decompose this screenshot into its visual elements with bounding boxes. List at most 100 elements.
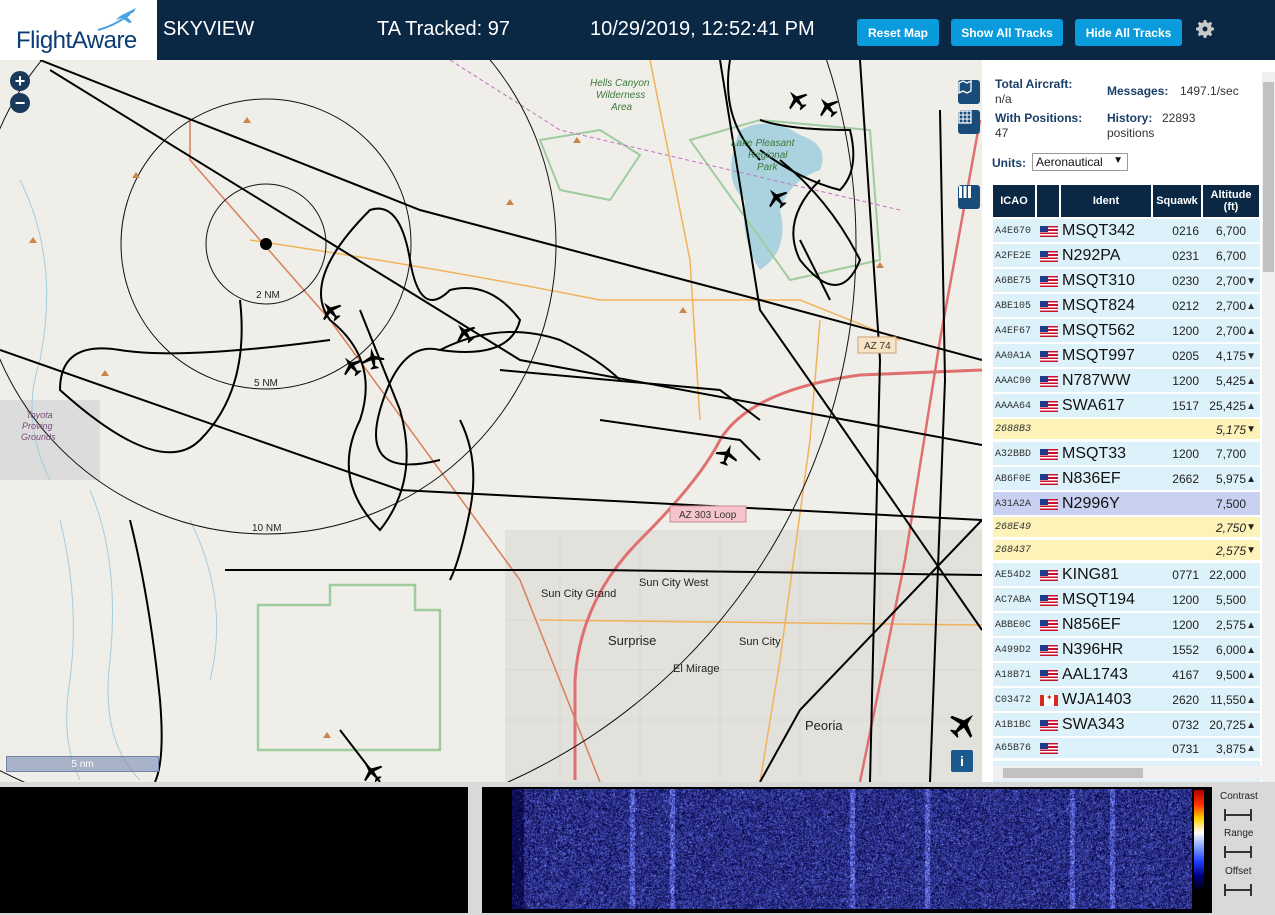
table-row[interactable]: C03472 WJA1403 2620 11,550▲ — [993, 688, 1260, 712]
with-positions-value: 47 — [995, 126, 1009, 140]
us-flag-icon — [1040, 350, 1058, 362]
grid-overlay-icon[interactable] — [958, 110, 980, 134]
col-squawk[interactable]: Squawk — [1153, 185, 1201, 217]
table-row[interactable]: A18B71 AAL1743 4167 9,500 ▲ — [993, 663, 1260, 687]
squawk-cell: 2620 — [1172, 693, 1199, 707]
altitude-cell: 25,425 ▲ — [1203, 394, 1259, 418]
show-all-tracks-button[interactable]: Show All Tracks — [951, 19, 1063, 46]
col-ident[interactable]: Ident — [1061, 185, 1151, 217]
altitude-trend-icon: ▲ — [1246, 473, 1256, 485]
table-row[interactable]: AAAA64 SWA617 1517 25,425 ▲ — [993, 394, 1260, 418]
gear-icon[interactable] — [1193, 17, 1217, 41]
reset-map-button[interactable]: Reset Map — [857, 19, 939, 46]
altitude-value: 9,500 — [1215, 668, 1246, 682]
altitude-value: 6,000 — [1215, 643, 1246, 657]
us-flag-icon — [1040, 375, 1058, 387]
zoom-in-button[interactable]: + — [10, 71, 30, 91]
table-row[interactable]: A4E670 MSQT342 0216 6,700 — [993, 219, 1260, 243]
altitude-value: 5,975 — [1215, 472, 1246, 486]
squawk-cell: 0231 — [1172, 249, 1199, 263]
table-row[interactable]: AB6F0E N836EF 2662 5,975 ▲ — [993, 467, 1260, 491]
table-row[interactable]: 268E49 2,750 ▼ — [993, 517, 1260, 538]
map-canvas[interactable]: 2 NM 5 NM 10 NM AZ 74 AZ 303 Loop Hells … — [0, 60, 982, 782]
flag-cell — [1038, 663, 1060, 687]
info-button[interactable]: i — [951, 750, 973, 772]
squawk-cell — [1153, 492, 1201, 516]
table-row[interactable]: AC7ABA MSQT194 1200 5,500 — [993, 588, 1260, 612]
flag-cell — [1038, 492, 1060, 516]
hells-canyon-label-2: Wilderness — [596, 90, 645, 101]
col-altitude[interactable]: Altitude (ft) — [1203, 185, 1259, 217]
table-row[interactable]: AAAC90 N787WW 1200 5,425 ▲ — [993, 369, 1260, 393]
altitude-value: 5,500 — [1215, 593, 1246, 607]
ident-cell — [1062, 738, 1152, 759]
sun-city-label: Sun City — [739, 636, 781, 648]
units-select[interactable]: Aeronautical ▼ — [1032, 153, 1128, 171]
washes — [19, 179, 218, 781]
offset-slider-icon[interactable] — [1224, 884, 1252, 896]
table-row[interactable]: 268437 2,575 ▼ — [993, 540, 1260, 561]
scrollbar-thumb[interactable] — [1263, 82, 1274, 272]
table-row[interactable]: AE54D2 KING81 0771 22,000 — [993, 563, 1260, 587]
flag-cell — [1038, 269, 1060, 293]
flag-cell — [1038, 540, 1060, 561]
table-row[interactable]: A2FE2E N292PA 0231 6,700 — [993, 244, 1260, 268]
horizontal-scrollbar[interactable] — [993, 766, 1262, 780]
table-row[interactable]: 2688B3 5,175 ▼ — [993, 419, 1260, 440]
icao-cell: ABE105 — [995, 300, 1032, 312]
table-row[interactable]: AA0A1A MSQT997 0205 4,175 ▼ — [993, 344, 1260, 368]
table-row[interactable]: A499D2 N396HR 1552 6,000 ▲ — [993, 638, 1260, 662]
altitude-cell: 2,700 ▲ — [1203, 294, 1259, 318]
icao-cell: 2688B3 — [995, 424, 1032, 435]
flag-cell — [1038, 588, 1060, 612]
contrast-slider-icon[interactable] — [1224, 809, 1252, 821]
icao-cell: AE54D2 — [995, 569, 1032, 581]
map-layers-icon[interactable] — [958, 80, 980, 104]
squawk-cell: 1200 — [1172, 447, 1199, 461]
hide-all-tracks-button[interactable]: Hide All Tracks — [1075, 19, 1182, 46]
sun-city-west-label: Sun City West — [639, 577, 709, 589]
range-slider-icon[interactable] — [1224, 846, 1252, 858]
table-row[interactable]: A1B1BC SWA343 0732 20,725 ▲ — [993, 713, 1260, 737]
col-icao[interactable]: ICAO — [993, 185, 1035, 217]
table-row[interactable]: A65B76 0731 3,875 ▲ — [993, 738, 1260, 759]
squawk-cell: 0216 — [1172, 224, 1199, 238]
table-row[interactable]: ABE105 MSQT824 0212 2,700 ▲ — [993, 294, 1260, 318]
logo[interactable]: FlightAware — [0, 0, 157, 60]
altitude-value: 2,700 — [1215, 274, 1246, 288]
table-row[interactable]: A6BE75 MSQT310 0230 2,700 ▼ — [993, 269, 1260, 293]
tracked-count: TA Tracked: 97 — [377, 18, 511, 40]
icao-cell: AC7ABA — [995, 594, 1032, 606]
vertical-scrollbar[interactable] — [1262, 72, 1275, 782]
table-row[interactable]: ABBE0C N856EF 1200 2,575 ▲ — [993, 613, 1260, 637]
us-flag-icon — [1040, 225, 1058, 237]
altitude-cell: 2,575 ▼ — [1203, 540, 1259, 561]
ident-cell: MSQT562 — [1062, 322, 1135, 339]
ident-cell: AAL1743 — [1062, 666, 1128, 683]
us-flag-icon — [1040, 569, 1058, 581]
altitude-trend-icon: ▲ — [1246, 375, 1256, 387]
flag-cell — [1038, 244, 1060, 268]
us-flag-icon — [1040, 498, 1058, 510]
map-view[interactable]: 2 NM 5 NM 10 NM AZ 74 AZ 303 Loop Hells … — [0, 60, 982, 782]
altitude-cell: 9,500 ▲ — [1203, 663, 1259, 687]
sun-city-grand-label: Sun City Grand — [541, 588, 616, 600]
table-row[interactable]: A4EF67 MSQT562 1200 2,700 ▲ — [993, 319, 1260, 343]
col-flag[interactable] — [1037, 185, 1059, 217]
columns-toggle-icon[interactable] — [958, 185, 980, 209]
zoom-out-button[interactable]: − — [10, 93, 30, 113]
icao-cell: AAAC90 — [995, 375, 1032, 387]
flag-cell — [1038, 394, 1060, 418]
range-label: Range — [1224, 828, 1254, 839]
squawk-cell — [1153, 540, 1201, 561]
units-value: Aeronautical — [1036, 155, 1103, 169]
hscrollbar-thumb[interactable] — [1003, 768, 1143, 778]
ring-5nm-label: 5 NM — [254, 378, 278, 389]
squawk-cell: 0731 — [1172, 741, 1199, 756]
us-flag-icon — [1040, 400, 1058, 412]
table-row[interactable]: A32BBD MSQT33 1200 7,700 — [993, 442, 1260, 466]
table-row[interactable]: A31A2A N2996Y 7,500 — [993, 492, 1260, 516]
hells-canyon-label-3: Area — [610, 102, 633, 113]
altitude-trend-icon: ▲ — [1246, 619, 1256, 631]
altitude-trend-icon: ▼ — [1246, 424, 1256, 435]
